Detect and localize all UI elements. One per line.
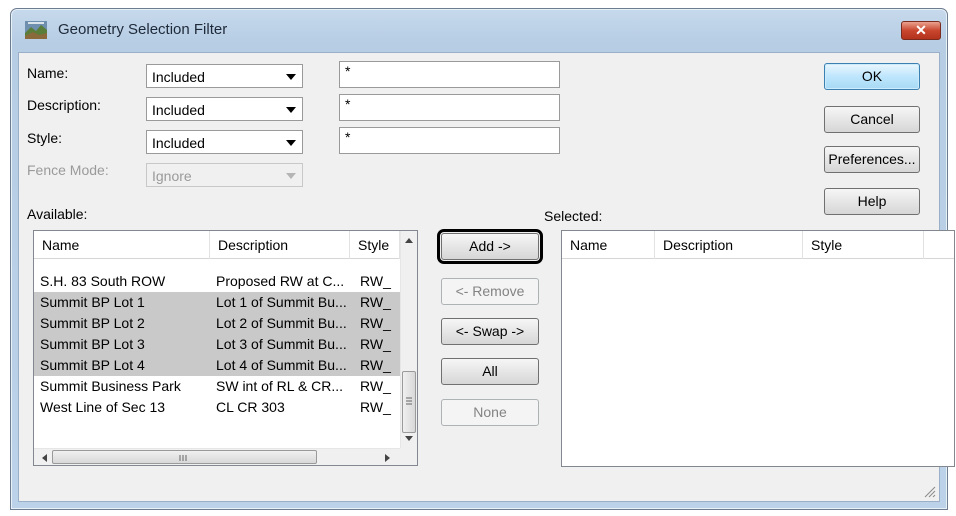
- selected-list[interactable]: Name Description Style: [561, 230, 955, 467]
- help-button[interactable]: Help: [824, 188, 920, 215]
- available-row-selected[interactable]: Summit BP Lot 4 Lot 4 of Summit Bu... RW…: [34, 355, 400, 376]
- available-row[interactable]: Summit Business Park SW int of RL & CR..…: [34, 376, 400, 397]
- row-name: Summit BP Lot 1: [40, 294, 145, 310]
- geometry-selection-filter-dialog: Geometry Selection Filter ✕ Name: Descri…: [10, 8, 955, 510]
- name-filter-label: Name:: [27, 65, 69, 81]
- row-description: Lot 3 of Summit Bu...: [216, 336, 347, 352]
- row-name: West Line of Sec 13: [40, 399, 166, 415]
- available-row[interactable]: S.H. 83 South ROW Proposed RW at C... RW…: [34, 271, 400, 292]
- selected-col-description[interactable]: Description: [655, 231, 803, 259]
- available-label: Available:: [27, 206, 88, 222]
- selected-label: Selected:: [544, 208, 603, 224]
- horizontal-scroll-thumb[interactable]: [52, 450, 317, 464]
- available-horizontal-scrollbar[interactable]: [34, 448, 400, 465]
- style-mode-dropdown[interactable]: Included: [146, 130, 303, 154]
- available-list[interactable]: Name Description Style S.H. 83 South ROW…: [33, 230, 418, 466]
- row-name: Summit BP Lot 4: [40, 357, 145, 373]
- name-mode-dropdown[interactable]: Included: [146, 64, 303, 88]
- cancel-button[interactable]: Cancel: [824, 106, 920, 133]
- description-mode-value: Included: [152, 102, 205, 118]
- style-pattern-input[interactable]: *: [339, 127, 560, 154]
- row-description: Lot 2 of Summit Bu...: [216, 315, 347, 331]
- description-filter-label: Description:: [27, 97, 101, 113]
- geometry-app-icon: [25, 21, 47, 39]
- row-style: RW_: [360, 336, 391, 352]
- scroll-up-icon[interactable]: [405, 238, 413, 243]
- row-style: RW_: [360, 315, 391, 331]
- chevron-down-icon: [286, 173, 296, 179]
- row-name: Summit Business Park: [40, 378, 181, 394]
- window-title: Geometry Selection Filter: [58, 21, 228, 38]
- description-mode-dropdown[interactable]: Included: [146, 97, 303, 121]
- chevron-down-icon: [286, 140, 296, 146]
- row-description: Lot 4 of Summit Bu...: [216, 357, 347, 373]
- scroll-down-icon[interactable]: [405, 436, 413, 441]
- remove-button[interactable]: <- Remove: [441, 278, 539, 305]
- resize-grip-icon[interactable]: [922, 484, 936, 498]
- available-col-style[interactable]: Style: [350, 231, 400, 259]
- row-style: RW_: [360, 399, 391, 415]
- ok-button[interactable]: OK: [824, 63, 920, 90]
- fence-mode-label: Fence Mode:: [27, 162, 109, 178]
- style-filter-label: Style:: [27, 130, 63, 146]
- scrollbar-corner: [400, 448, 417, 465]
- none-button[interactable]: None: [441, 399, 539, 426]
- row-style: RW_: [360, 378, 391, 394]
- row-style: RW_: [360, 273, 391, 289]
- selected-list-header: Name Description Style: [562, 231, 954, 259]
- selected-col-name[interactable]: Name: [562, 231, 655, 259]
- fence-mode-dropdown[interactable]: Ignore: [146, 163, 303, 187]
- row-name: Summit BP Lot 2: [40, 315, 145, 331]
- available-list-header: Name Description Style: [34, 231, 400, 259]
- style-mode-value: Included: [152, 135, 205, 151]
- row-name: S.H. 83 South ROW: [40, 273, 166, 289]
- row-description: SW int of RL & CR...: [216, 378, 344, 394]
- chevron-down-icon: [286, 107, 296, 113]
- available-vertical-scrollbar[interactable]: [400, 231, 417, 448]
- add-button[interactable]: Add ->: [437, 229, 543, 264]
- swap-button[interactable]: <- Swap ->: [441, 318, 539, 345]
- dialog-client-area: Name: Description: Style: Fence Mode: In…: [18, 52, 955, 502]
- available-row-selected[interactable]: Summit BP Lot 3 Lot 3 of Summit Bu... RW…: [34, 334, 400, 355]
- scroll-left-icon[interactable]: [38, 451, 52, 465]
- row-name: Summit BP Lot 3: [40, 336, 145, 352]
- title-bar[interactable]: Geometry Selection Filter ✕: [11, 9, 947, 47]
- description-pattern-input[interactable]: *: [339, 94, 560, 121]
- vertical-scroll-thumb[interactable]: [402, 371, 416, 433]
- row-description: Proposed RW at C...: [216, 273, 345, 289]
- available-row-selected[interactable]: Summit BP Lot 2 Lot 2 of Summit Bu... RW…: [34, 313, 400, 334]
- scroll-right-icon[interactable]: [380, 451, 394, 465]
- available-col-description[interactable]: Description: [210, 231, 350, 259]
- close-button[interactable]: ✕: [901, 21, 941, 40]
- available-row-selected[interactable]: Summit BP Lot 1 Lot 1 of Summit Bu... RW…: [34, 292, 400, 313]
- close-icon: ✕: [915, 22, 927, 38]
- selected-col-style[interactable]: Style: [803, 231, 924, 259]
- row-description: CL CR 303: [216, 399, 285, 415]
- name-pattern-input[interactable]: *: [339, 61, 560, 88]
- row-style: RW_: [360, 357, 391, 373]
- row-description: Lot 1 of Summit Bu...: [216, 294, 347, 310]
- available-col-name[interactable]: Name: [34, 231, 210, 259]
- preferences-button[interactable]: Preferences...: [824, 146, 920, 173]
- row-style: RW_: [360, 294, 391, 310]
- fence-mode-value: Ignore: [152, 168, 192, 184]
- all-button[interactable]: All: [441, 358, 539, 385]
- available-row[interactable]: West Line of Sec 13 CL CR 303 RW_: [34, 397, 400, 418]
- name-mode-value: Included: [152, 69, 205, 85]
- chevron-down-icon: [286, 74, 296, 80]
